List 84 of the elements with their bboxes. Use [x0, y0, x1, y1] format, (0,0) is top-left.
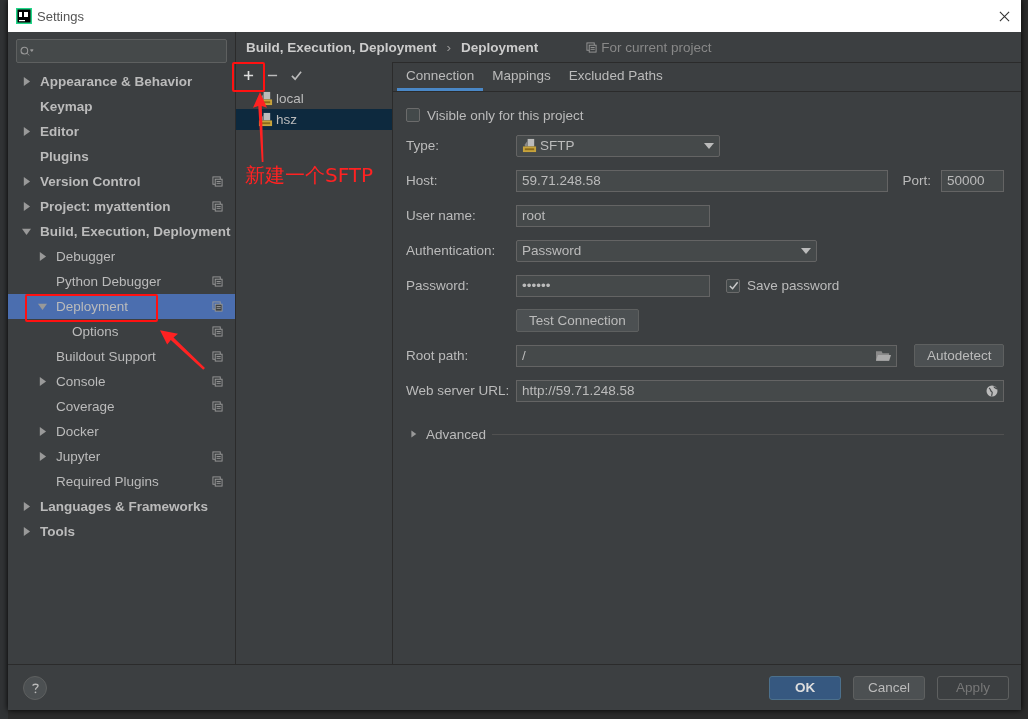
field-label: Web server URL:: [406, 383, 511, 398]
caret-icon: [704, 142, 714, 149]
checkbox-label: Save password: [747, 278, 840, 293]
tab[interactable]: Connection: [397, 63, 484, 91]
input-field[interactable]: 59.71.248.58: [516, 169, 889, 192]
expand-arrow-icon[interactable]: [410, 430, 417, 438]
globe-icon: [986, 384, 998, 397]
input-field[interactable]: 50000: [941, 169, 1004, 192]
annotation-text: 新建一个SFTP: [245, 162, 374, 189]
breadcrumb-separator: ›: [446, 39, 452, 55]
tree-item[interactable]: Required Plugins: [8, 469, 235, 494]
expand-arrow-icon: [22, 502, 31, 511]
field-label: Port:: [902, 173, 931, 188]
tree-item[interactable]: Version Control: [8, 169, 235, 194]
expand-arrow-icon: [22, 77, 31, 86]
tree-item[interactable]: Build, Execution, Deployment: [8, 219, 235, 244]
tree-item[interactable]: Plugins: [8, 144, 235, 169]
field-label: User name:: [406, 208, 477, 223]
question-icon: [30, 681, 40, 694]
expand-arrow-icon: [22, 127, 31, 136]
dialog-button[interactable]: OK: [769, 675, 841, 700]
tree-item[interactable]: Options: [8, 319, 235, 344]
test-connection-button[interactable]: Test Connection: [516, 309, 639, 332]
search-field[interactable]: [16, 39, 227, 63]
field-label: Root path:: [406, 348, 470, 363]
server-icon: [522, 138, 537, 153]
dropdown[interactable]: SFTP: [516, 134, 720, 157]
checkbox[interactable]: [406, 108, 420, 122]
help-button[interactable]: [23, 675, 47, 700]
field-label: Password:: [406, 278, 471, 293]
password-field[interactable]: ••••••: [516, 274, 710, 297]
tree-item[interactable]: Project: myattention: [8, 194, 235, 219]
input-field[interactable]: /: [516, 344, 897, 367]
collapse-arrow-icon: [38, 302, 47, 311]
check-icon[interactable]: [291, 69, 302, 81]
tree-item[interactable]: Docker: [8, 419, 235, 444]
arrow: [160, 330, 205, 370]
tree-item[interactable]: Debugger: [8, 244, 235, 269]
expand-arrow-icon: [22, 202, 31, 211]
tab[interactable]: Mappings: [483, 63, 560, 91]
folder-icon: [876, 349, 891, 362]
highlight-frame: [232, 62, 265, 92]
tree-item[interactable]: Keymap: [8, 94, 235, 119]
expand-arrow-icon: [38, 252, 47, 261]
input-field[interactable]: root: [516, 204, 710, 227]
search-icon: [20, 45, 34, 57]
expand-arrow-icon: [38, 427, 47, 436]
copy-icon: [586, 41, 598, 53]
tree-item[interactable]: Buildout Support: [8, 344, 235, 369]
dialog-button[interactable]: Cancel: [853, 675, 925, 700]
tree-item[interactable]: Appearance & Behavior: [8, 69, 235, 94]
check-icon: [727, 280, 739, 291]
tree-item[interactable]: Jupyter: [8, 444, 235, 469]
section-label[interactable]: Advanced: [426, 426, 487, 442]
autodetect-button[interactable]: Autodetect: [914, 344, 1004, 367]
scope-label: For current project: [601, 39, 712, 55]
expand-arrow-icon: [38, 452, 47, 461]
expand-arrow-icon: [38, 377, 47, 386]
tree-item[interactable]: Coverage: [8, 394, 235, 419]
add-icon[interactable]: [243, 69, 254, 81]
field-label: Authentication:: [406, 243, 497, 258]
expand-arrow-icon: [22, 527, 31, 536]
field-label: Type:: [406, 138, 441, 153]
window-title: Settings: [37, 8, 84, 24]
breadcrumb-item: Deployment: [461, 39, 539, 55]
checkbox[interactable]: [726, 278, 740, 293]
dropdown[interactable]: Password: [516, 239, 817, 262]
tree-item[interactable]: Python Debugger: [8, 269, 235, 294]
tree-item[interactable]: Console: [8, 369, 235, 394]
arrow: [250, 92, 270, 162]
breadcrumb-item: Build, Execution, Deployment: [246, 39, 437, 55]
field-label: Host:: [406, 173, 439, 188]
tree-item[interactable]: Languages & Frameworks: [8, 494, 235, 519]
tree-item[interactable]: Tools: [8, 519, 235, 544]
collapse-arrow-icon: [22, 227, 31, 236]
app-icon: [16, 8, 32, 24]
tab[interactable]: Excluded Paths: [559, 63, 672, 91]
server-item[interactable]: hsz: [236, 109, 392, 130]
expand-arrow-icon: [22, 177, 31, 186]
checkbox-label: Visible only for this project: [427, 107, 584, 123]
tree-item[interactable]: Editor: [8, 119, 235, 144]
caret-icon: [801, 247, 811, 254]
close-icon[interactable]: [999, 10, 1010, 22]
input-field[interactable]: http://59.71.248.58: [516, 379, 1004, 402]
